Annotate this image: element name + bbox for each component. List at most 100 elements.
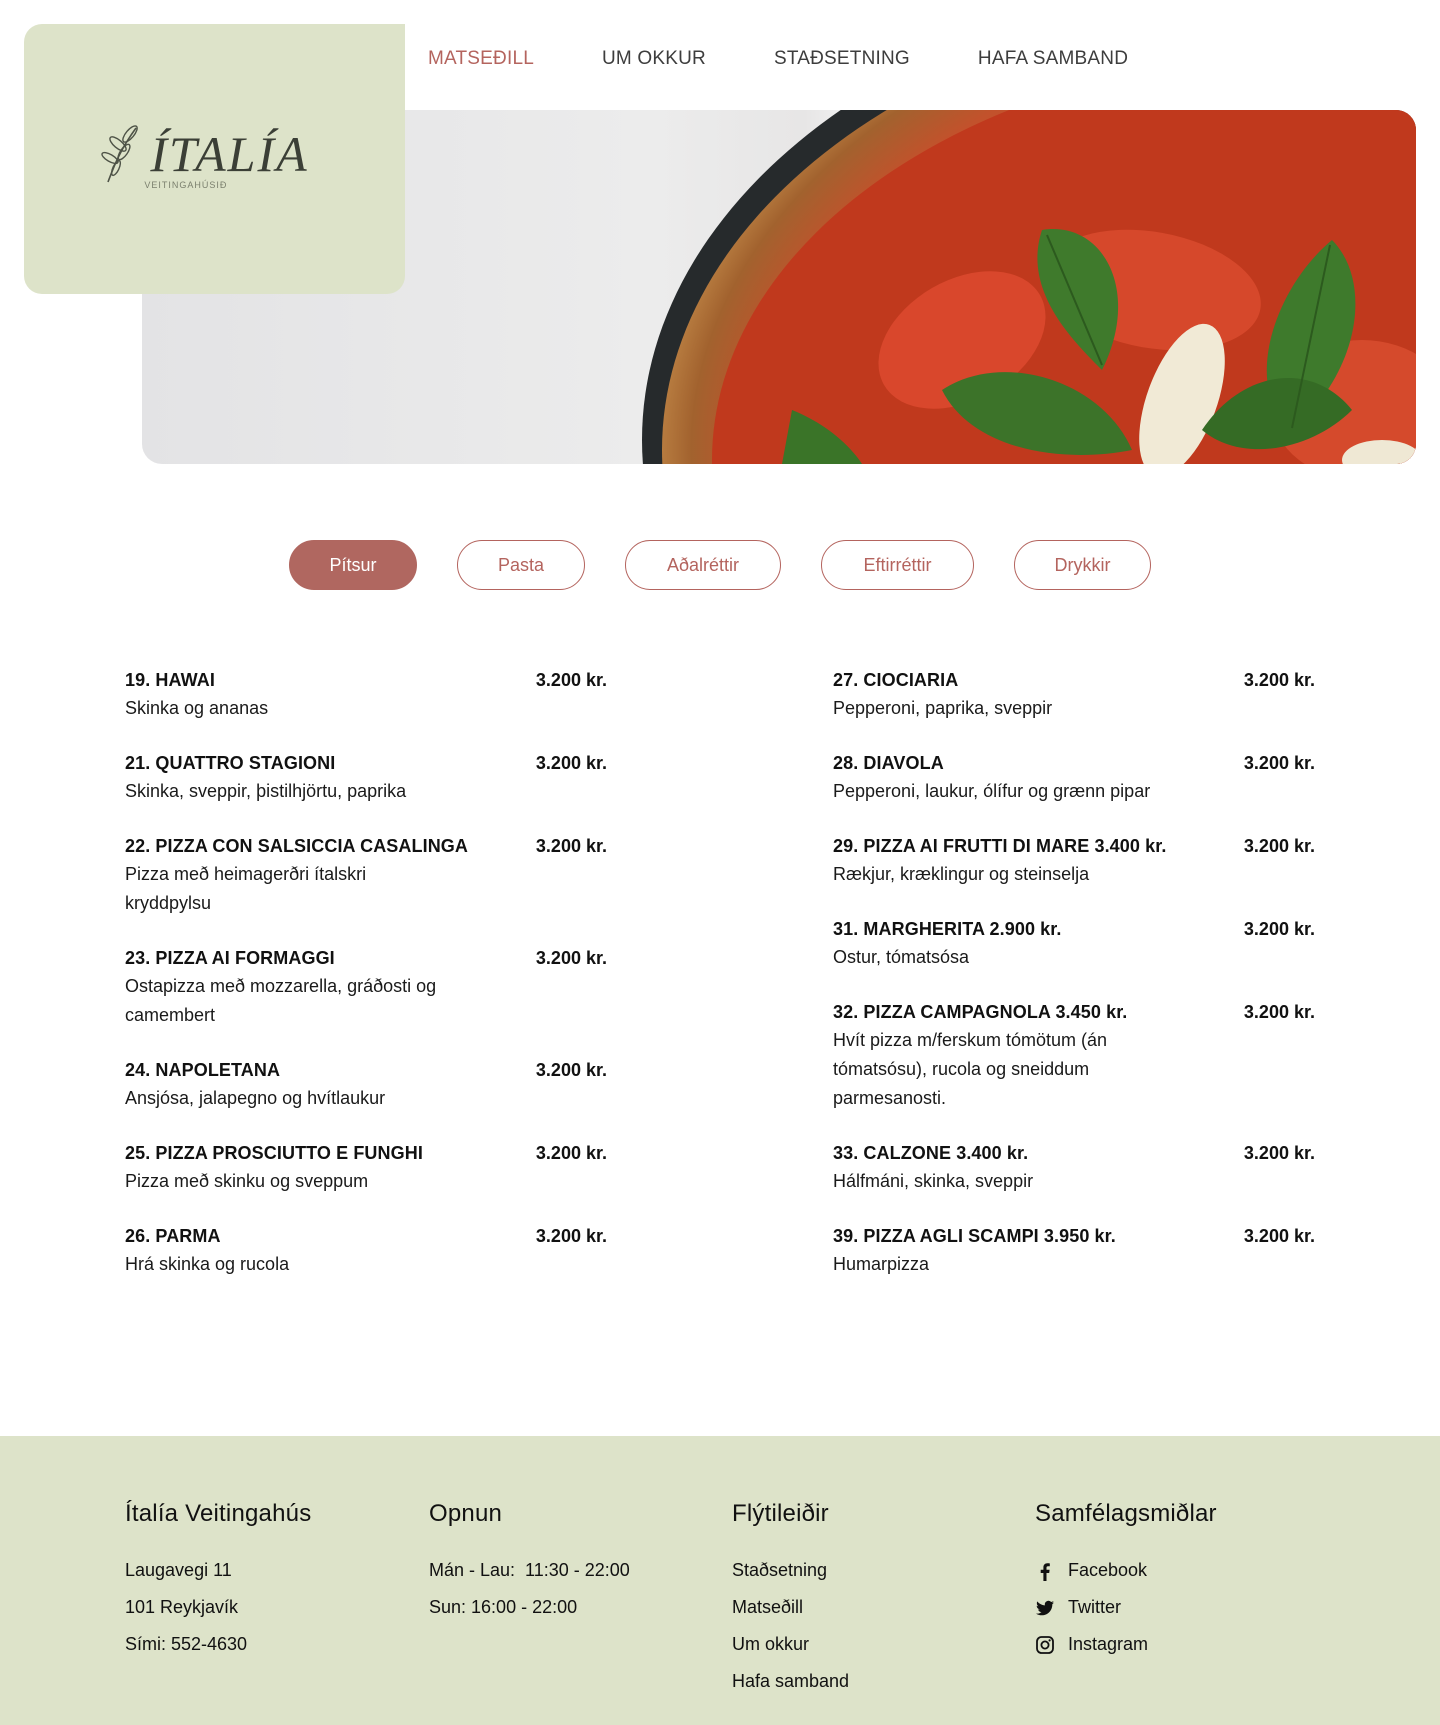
menu-item-description: Hvít pizza m/ferskum tómötum (án tómatsó… — [833, 1030, 1108, 1108]
nav-item-um-okkur[interactable]: UM OKKUR — [602, 48, 706, 70]
menu-item-price: 3.200 kr. — [1243, 670, 1315, 690]
menu-column-right: 27. CIOCIARIA 3.200 kr. Pepperoni, paprik… — [833, 670, 1315, 1309]
menu-item-description: Skinka og ananas — [125, 698, 269, 718]
social-label-facebook: Facebook — [1068, 1560, 1148, 1580]
menu-item-price: 3.200 kr. — [535, 948, 607, 968]
menu-item-price: 3.200 kr. — [1243, 919, 1315, 939]
menu-item-name: 31. MARGHERITA 2.900 kr. — [833, 919, 1062, 939]
menu-item-name: 26. PARMA — [125, 1226, 221, 1246]
footer-link-um-okkur[interactable]: Um okkur — [732, 1626, 849, 1663]
tab-eftirrettir[interactable]: Eftirréttir — [821, 540, 974, 590]
menu-item: 27. CIOCIARIA 3.200 kr. Pepperoni, paprik… — [833, 670, 1315, 723]
menu-item-description: Pepperoni, laukur, ólífur og grænn pipar — [833, 781, 1151, 801]
menu-item-name: 28. DIAVOLA — [833, 753, 944, 773]
instagram-icon — [1036, 1635, 1054, 1654]
menu-item-description: Hrá skinka og rucola — [125, 1254, 290, 1274]
social-label-instagram: Instagram — [1068, 1634, 1149, 1654]
menu-item: 28. DIAVOLA 3.200 kr. Pepperoni, laukur, … — [833, 753, 1315, 806]
menu-item-name: 25. PIZZA PROSCIUTTO E FUNGHI — [125, 1143, 423, 1163]
menu-item-description: Pepperoni, paprika, sveppir — [833, 698, 1053, 718]
footer-hours-weekday: Mán - Lau: 11:30 - 22:00 — [429, 1560, 630, 1580]
menu-list: 19. HAWAI 3.200 kr. Skinka og ananas 21. … — [125, 670, 1315, 1309]
menu-item-name: 27. CIOCIARIA — [833, 670, 959, 690]
menu-item: 23. PIZZA AI FORMAGGI 3.200 kr. Ostapizza… — [125, 948, 607, 1030]
menu-item-description: Skinka, sveppir, þistilhjörtu, paprika — [125, 781, 407, 801]
menu-item-name: 22. PIZZA CON SALSICCIA CASALINGA — [125, 836, 468, 856]
menu-item-name: 21. QUATTRO STAGIONI — [125, 753, 336, 773]
footer: Ítalía Veitingahús Laugavegi 11 101 Reyk… — [0, 1436, 1440, 1725]
menu-item-price: 3.200 kr. — [535, 1226, 607, 1246]
menu-item-name: 23. PIZZA AI FORMAGGI — [125, 948, 335, 968]
menu-item-description: Ostur, tómatsósa — [833, 947, 970, 967]
menu-item: 24. NAPOLETANA 3.200 kr. Ansjósa, jalapeg… — [125, 1060, 607, 1113]
menu-item: 33. CALZONE 3.400 kr. 3.200 kr. Hálfmáni,… — [833, 1143, 1315, 1196]
menu-item: 32. PIZZA CAMPAGNOLA 3.450 kr. 3.200 kr. … — [833, 1002, 1315, 1113]
menu-item-price: 3.200 kr. — [1243, 1226, 1315, 1246]
footer-about: Ítalía Veitingahús Laugavegi 11 101 Reyk… — [125, 1500, 311, 1663]
category-tabs: Pítsur Pasta Aðalréttir Eftirréttir Dryk… — [289, 540, 1151, 590]
footer-address-street: Laugavegi 11 — [125, 1560, 232, 1580]
footer-link-stadsetning[interactable]: Staðsetning — [732, 1552, 849, 1589]
menu-item-description: Pizza með heimagerðri ítalskri kryddpyls… — [125, 864, 367, 913]
menu-item-description: Rækjur, kræklingur og steinselja — [833, 864, 1090, 884]
menu-item: 31. MARGHERITA 2.900 kr. 3.200 kr. Ostur,… — [833, 919, 1315, 972]
nav-item-matsedill[interactable]: MATSEÐILL — [428, 48, 534, 70]
main-nav: MATSEÐILL UM OKKUR STAÐSETNING HAFA SAMB… — [428, 48, 1128, 70]
menu-item: 26. PARMA 3.200 kr. Hrá skinka og rucola — [125, 1226, 607, 1279]
footer-social-title: Samfélagsmiðlar — [1035, 1500, 1217, 1527]
menu-item: 39. PIZZA AGLI SCAMPI 3.950 kr. 3.200 kr.… — [833, 1226, 1315, 1279]
menu-item: 21. QUATTRO STAGIONI 3.200 kr. Skinka, sv… — [125, 753, 607, 806]
footer-about-title: Ítalía Veitingahús — [125, 1500, 312, 1527]
tab-adalrettir[interactable]: Aðalréttir — [625, 540, 781, 590]
olive-branch-icon — [101, 125, 139, 183]
logo-card[interactable]: ÍTALÍA VEITINGAHÚSIÐ — [24, 24, 405, 294]
menu-item-description: Pizza með skinku og sveppum — [125, 1171, 369, 1191]
menu-item-price: 3.200 kr. — [535, 753, 607, 773]
social-link-facebook[interactable]: Facebook — [1035, 1552, 1217, 1589]
menu-item-description: Ostapizza með mozzarella, gráðosti og ca… — [125, 976, 437, 1025]
menu-item: 19. HAWAI 3.200 kr. Skinka og ananas — [125, 670, 607, 723]
menu-item-name: 19. HAWAI — [125, 670, 215, 690]
footer-link-matsedill[interactable]: Matseðill — [732, 1589, 849, 1626]
social-link-instagram[interactable]: Instagram — [1035, 1626, 1217, 1663]
footer-social: Samfélagsmiðlar Facebook Twitter Instagr… — [1035, 1500, 1217, 1663]
tab-drykkir[interactable]: Drykkir — [1014, 540, 1151, 590]
menu-item-price: 3.200 kr. — [1243, 1143, 1315, 1163]
footer-links: Flýtileiðir Staðsetning Matseðill Um okk… — [732, 1500, 849, 1700]
menu-item-name: 32. PIZZA CAMPAGNOLA 3.450 kr. — [833, 1002, 1128, 1022]
footer-link-hafa-samband[interactable]: Hafa samband — [732, 1663, 849, 1700]
menu-item-description: Humarpizza — [833, 1254, 930, 1274]
tab-pitsur[interactable]: Pítsur — [289, 540, 417, 590]
menu-item-price: 3.200 kr. — [1243, 753, 1315, 773]
menu-item-price: 3.200 kr. — [1243, 836, 1315, 856]
logo[interactable]: ÍTALÍA VEITINGAHÚSIÐ — [100, 122, 309, 190]
logo-title: ÍTALÍA — [150, 126, 309, 182]
menu-item-price: 3.200 kr. — [535, 836, 607, 856]
footer-phone: Sími: 552-4630 — [125, 1634, 248, 1654]
menu-item-description: Hálfmáni, skinka, sveppir — [833, 1171, 1034, 1191]
logo-subtitle: VEITINGAHÚSIÐ — [144, 180, 228, 190]
nav-item-hafa-samband[interactable]: HAFA SAMBAND — [978, 48, 1128, 70]
menu-item-description: Ansjósa, jalapegno og hvítlaukur — [125, 1088, 386, 1108]
footer-address-city: 101 Reykjavík — [125, 1597, 239, 1617]
facebook-icon — [1040, 1562, 1050, 1581]
social-link-twitter[interactable]: Twitter — [1035, 1589, 1217, 1626]
footer-hours: Opnun Mán - Lau: 11:30 - 22:00 Sun: 16:0… — [429, 1500, 630, 1626]
menu-item-price: 3.200 kr. — [535, 1143, 607, 1163]
menu-column-left: 19. HAWAI 3.200 kr. Skinka og ananas 21. … — [125, 670, 607, 1309]
twitter-icon — [1036, 1600, 1054, 1615]
menu-item-price: 3.200 kr. — [535, 1060, 607, 1080]
menu-item-name: 33. CALZONE 3.400 kr. — [833, 1143, 1029, 1163]
nav-item-stadsetning[interactable]: STAÐSETNING — [774, 48, 910, 70]
menu-item: 25. PIZZA PROSCIUTTO E FUNGHI 3.200 kr. P… — [125, 1143, 607, 1196]
menu-item-name: 29. PIZZA AI FRUTTI DI MARE 3.400 kr. — [833, 836, 1167, 856]
footer-hours-title: Opnun — [429, 1500, 503, 1527]
footer-hours-sunday: Sun: 16:00 - 22:00 — [429, 1597, 578, 1617]
footer-links-title: Flýtileiðir — [732, 1500, 829, 1527]
menu-item: 29. PIZZA AI FRUTTI DI MARE 3.400 kr. 3.2… — [833, 836, 1315, 889]
menu-item: 22. PIZZA CON SALSICCIA CASALINGA 3.200 k… — [125, 836, 607, 918]
menu-item-price: 3.200 kr. — [535, 670, 607, 690]
menu-item-name: 39. PIZZA AGLI SCAMPI 3.950 kr. — [833, 1226, 1116, 1246]
tab-pasta[interactable]: Pasta — [457, 540, 585, 590]
menu-item-price: 3.200 kr. — [1243, 1002, 1315, 1022]
